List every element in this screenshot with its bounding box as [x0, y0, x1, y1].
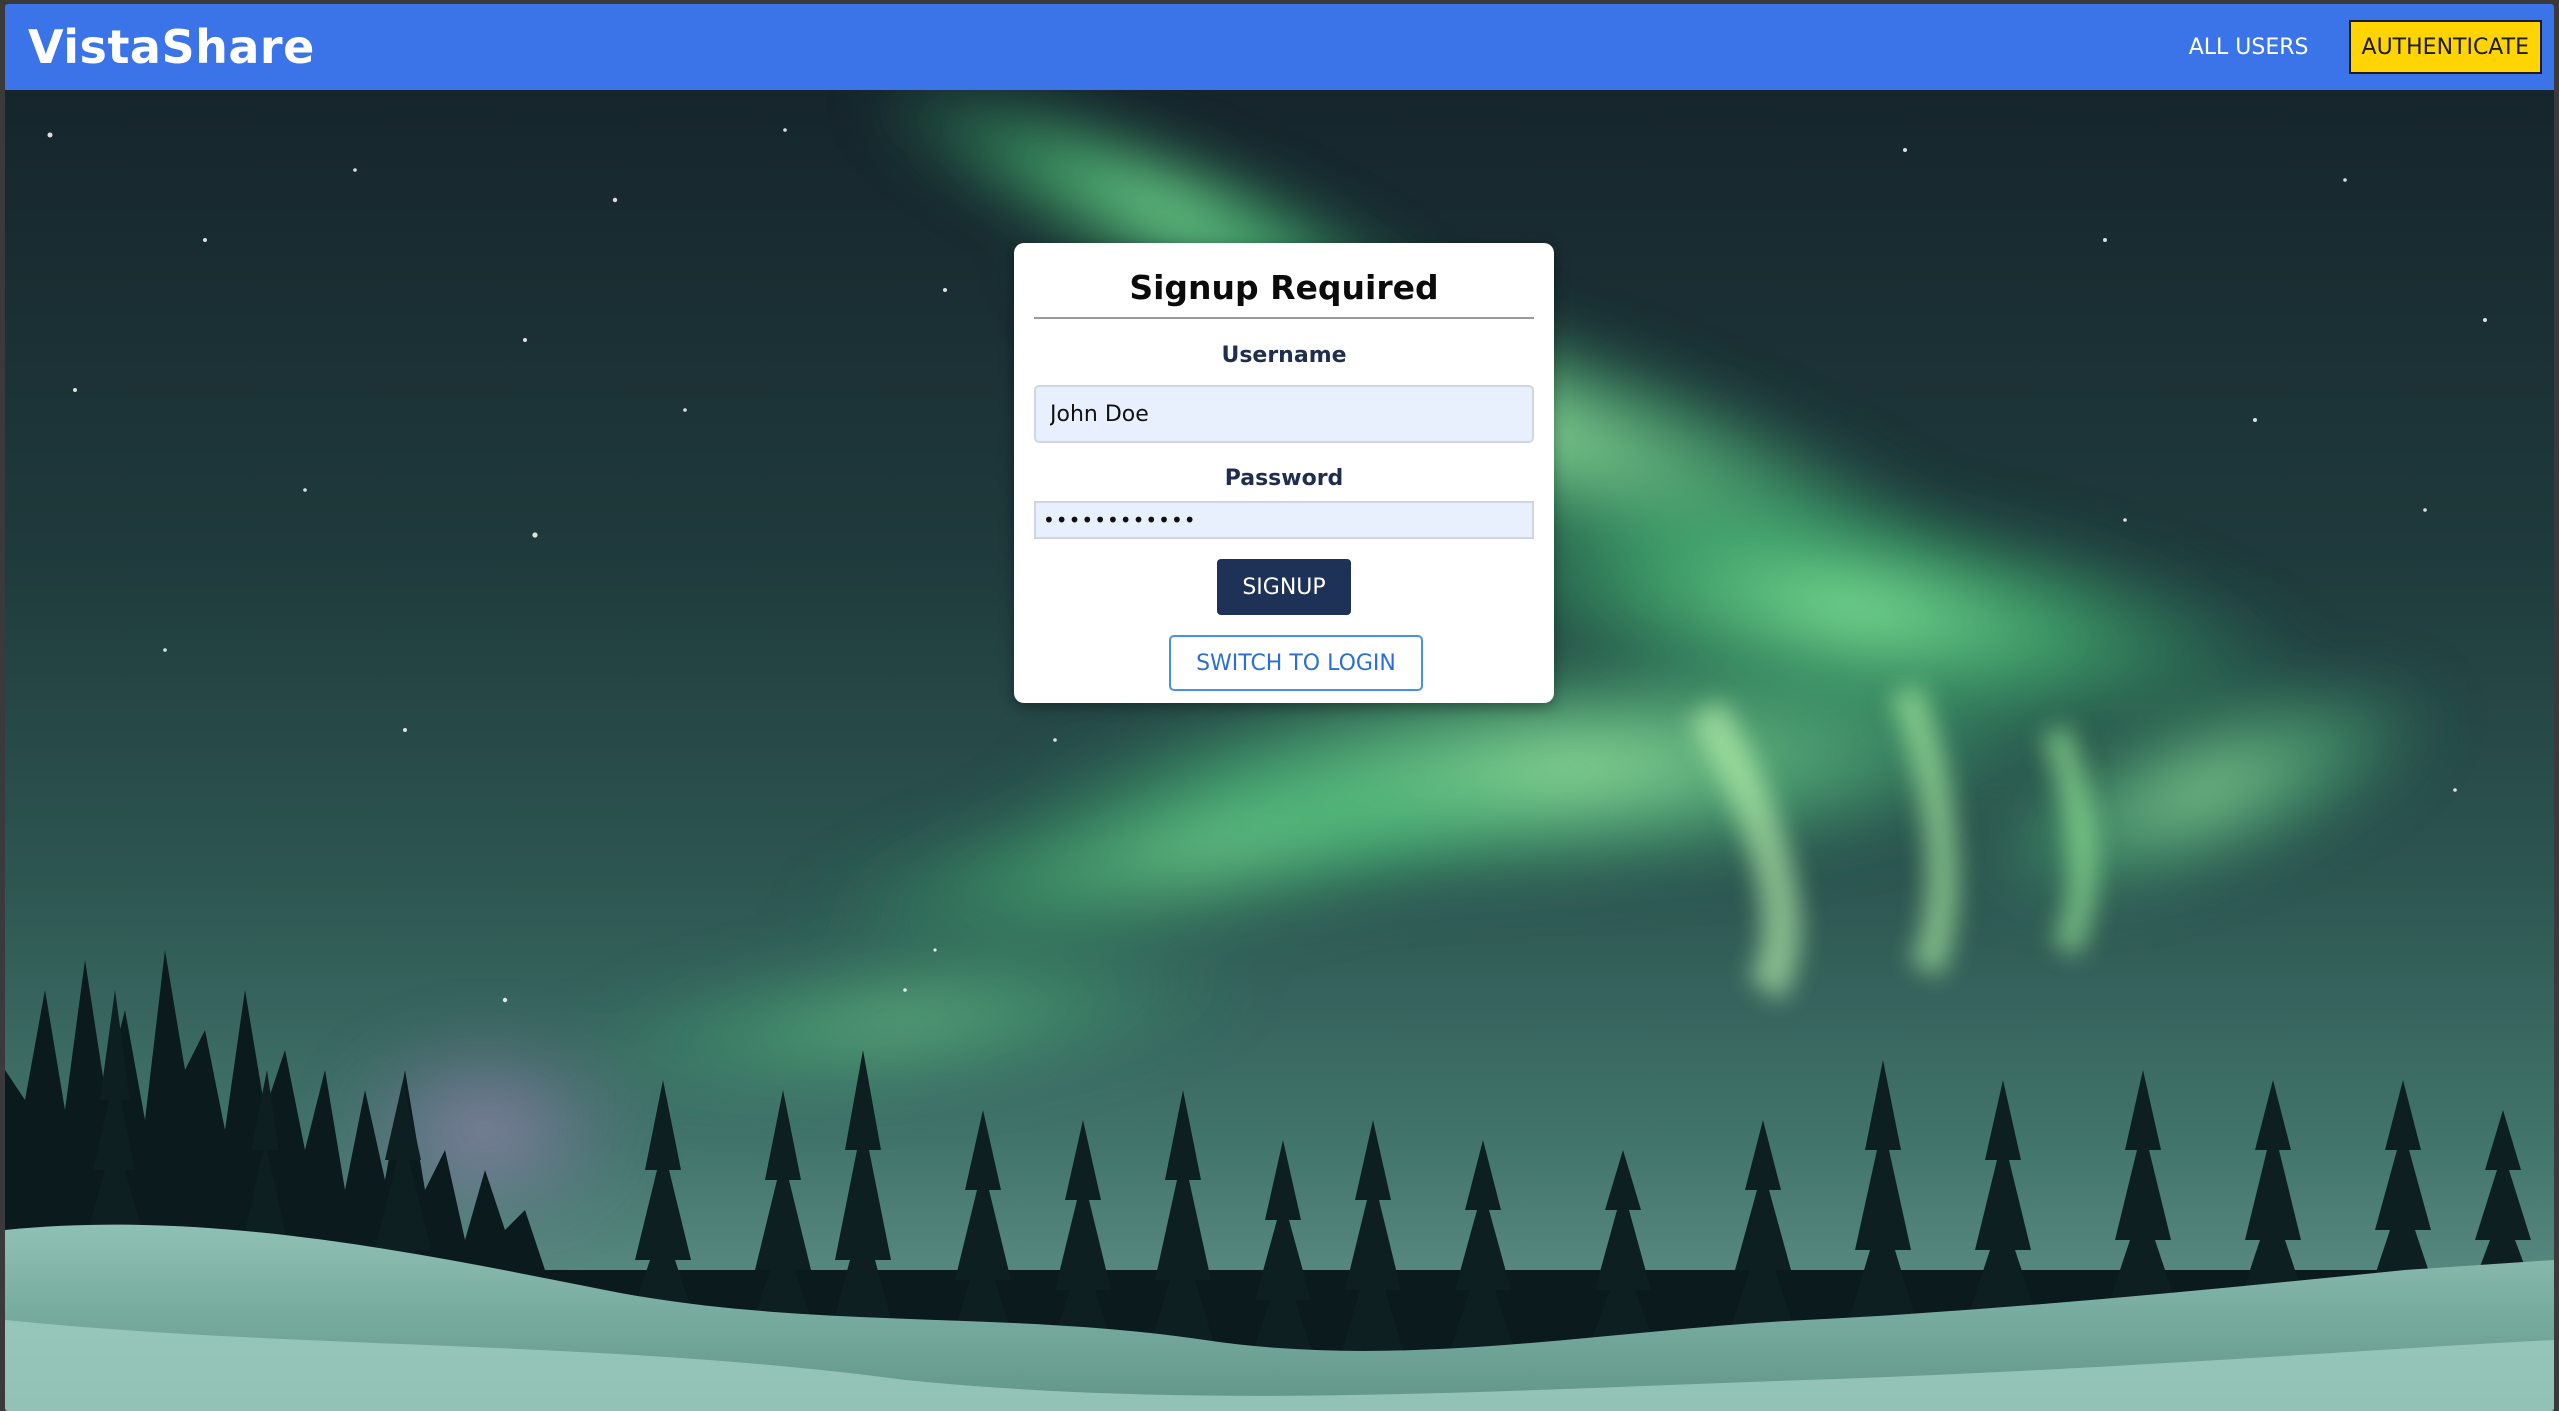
app-logo[interactable]: VistaShare [28, 20, 315, 74]
app-window: VistaShare ALL USERS AUTHENTICATE Signup… [5, 4, 2554, 1411]
password-label: Password [1224, 466, 1344, 491]
switch-to-login-button[interactable]: SWITCH TO LOGIN [1169, 635, 1423, 691]
username-input[interactable] [1034, 385, 1534, 443]
signup-card: Signup Required Username Password SIGNUP… [1014, 243, 1554, 703]
username-label: Username [1221, 343, 1347, 368]
signup-button[interactable]: SIGNUP [1217, 559, 1351, 615]
nav-all-users-link[interactable]: ALL USERS [2181, 23, 2317, 72]
main-navigation: ALL USERS AUTHENTICATE [2181, 20, 2542, 74]
password-input[interactable] [1034, 501, 1534, 539]
nav-authenticate-button[interactable]: AUTHENTICATE [2348, 20, 2542, 74]
main-header: VistaShare ALL USERS AUTHENTICATE [5, 4, 2554, 90]
signup-title: Signup Required [1034, 263, 1534, 319]
